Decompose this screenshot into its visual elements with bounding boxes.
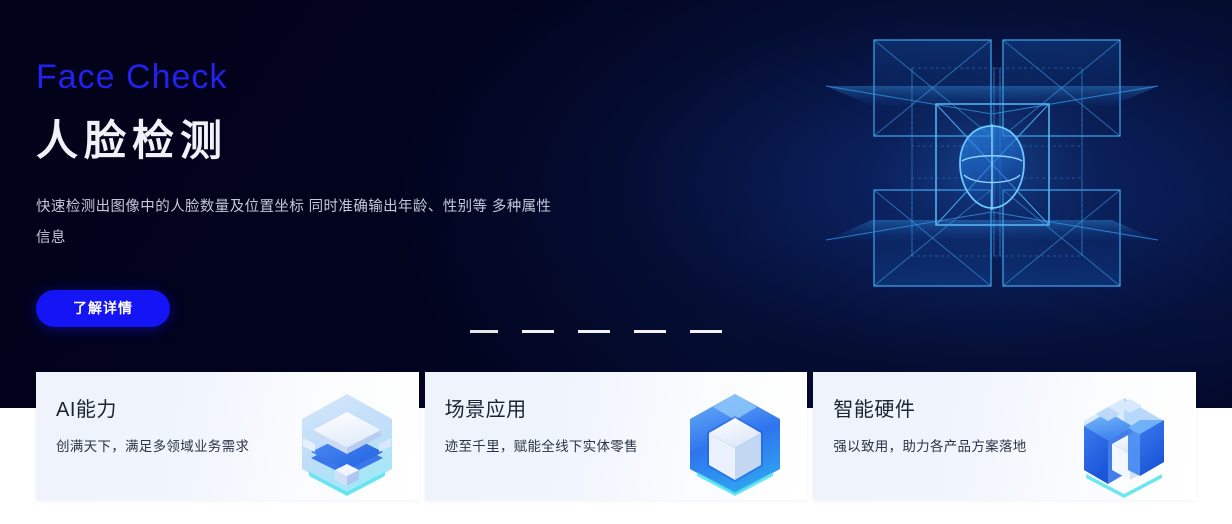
card-text: 场景应用 迹至千里，赋能全线下实体零售 bbox=[445, 400, 638, 454]
face-detection-wireframe-icon bbox=[812, 18, 1172, 308]
carousel-dot-1[interactable] bbox=[470, 330, 498, 333]
page-root: Face Check 人脸检测 快速检测出图像中的人脸数量及位置坐标 同时准确输… bbox=[0, 0, 1232, 524]
page-title: 人脸检测 bbox=[36, 117, 229, 164]
hero-eyebrow: Face Check bbox=[36, 58, 228, 96]
carousel-indicators[interactable] bbox=[470, 330, 722, 333]
card-text: 智能硬件 强以致用，助力各产品方案落地 bbox=[833, 400, 1026, 454]
carousel-dot-5[interactable] bbox=[690, 330, 722, 333]
carousel-dot-4[interactable] bbox=[634, 330, 666, 333]
card-title: 场景应用 bbox=[444, 399, 527, 421]
card-description: 迹至千里，赋能全线下实体零售 bbox=[444, 439, 638, 454]
hero-description: 快速检测出图像中的人脸数量及位置坐标 同时准确输出年龄、性别等 多种属性信息 bbox=[36, 199, 552, 246]
feature-card-ai-capability[interactable]: AI能力 创满天下，满足多领域业务需求 bbox=[36, 372, 419, 500]
card-description: 强以致用，助力各产品方案落地 bbox=[833, 439, 1027, 454]
hex-cube-icon bbox=[679, 388, 791, 500]
carousel-dot-2[interactable] bbox=[522, 330, 554, 333]
card-title: 智能硬件 bbox=[833, 399, 916, 421]
card-title: AI能力 bbox=[56, 399, 117, 421]
hero-banner: Face Check 人脸检测 快速检测出图像中的人脸数量及位置坐标 同时准确输… bbox=[0, 0, 1232, 408]
carousel-dot-3[interactable] bbox=[578, 330, 610, 333]
layered-cube-icon bbox=[291, 388, 403, 500]
server-blocks-icon bbox=[1068, 388, 1180, 500]
feature-card-smart-hardware[interactable]: 智能硬件 强以致用，助力各产品方案落地 bbox=[813, 372, 1197, 500]
feature-card-list: AI能力 创满天下，满足多领域业务需求 场景应用 迹至千里，赋能全线下实体零售 … bbox=[36, 372, 1197, 500]
learn-more-button[interactable]: 了解详情 bbox=[36, 289, 170, 327]
hero-copy: Face Check 人脸检测 快速检测出图像中的人脸数量及位置坐标 同时准确输… bbox=[36, 60, 656, 327]
card-description: 创满天下，满足多领域业务需求 bbox=[56, 439, 250, 454]
card-text: AI能力 创满天下，满足多领域业务需求 bbox=[56, 400, 249, 454]
feature-card-scenario-application[interactable]: 场景应用 迹至千里，赋能全线下实体零售 bbox=[424, 372, 808, 500]
